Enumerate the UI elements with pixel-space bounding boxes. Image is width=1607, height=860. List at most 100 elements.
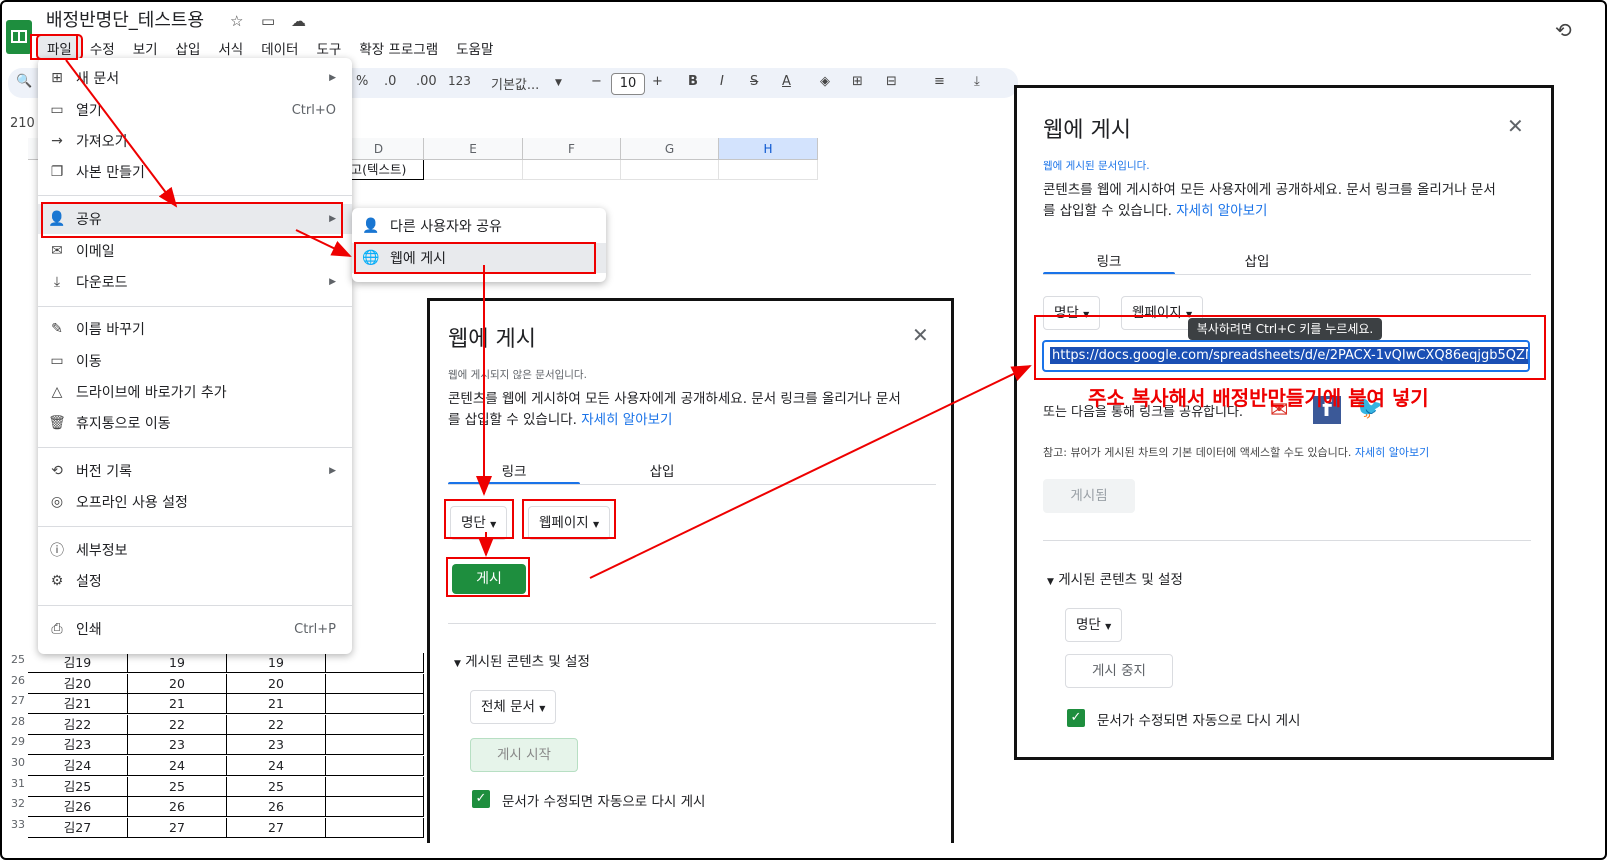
version-history-icon[interactable]: ⟲ — [1555, 18, 1572, 42]
cell-empty[interactable] — [326, 673, 424, 694]
menu-help[interactable]: 도움말 — [447, 36, 502, 58]
learn-more-link[interactable]: 자세히 알아보기 — [581, 412, 672, 428]
menu-data[interactable]: 데이터 — [252, 36, 307, 58]
strikethrough-icon[interactable]: S — [750, 74, 758, 89]
menu-item-open[interactable]: ▭ 열기 Ctrl+O — [38, 95, 352, 125]
cell-value-a[interactable]: 25 — [128, 776, 227, 797]
font-size-input[interactable]: 10 — [611, 73, 645, 95]
search-menus-icon[interactable]: 🔍 — [16, 74, 32, 89]
fill-color-icon[interactable]: ◈ — [820, 74, 830, 89]
cell-empty[interactable] — [326, 776, 424, 797]
published-content-settings-toggle[interactable]: ▼ 게시된 콘텐츠 및 설정 — [454, 650, 590, 670]
column-header-f[interactable]: F — [523, 138, 621, 160]
star-icon[interactable]: ☆ — [230, 12, 243, 30]
menu-item-print[interactable]: ⎙ 인쇄 Ctrl+P — [38, 614, 352, 644]
menu-tools[interactable]: 도구 — [307, 36, 350, 58]
menu-item-import[interactable]: → 가져오기 — [38, 126, 352, 156]
start-publishing-button[interactable]: 게시 시작 — [470, 738, 578, 772]
cell-name[interactable]: 김23 — [28, 735, 128, 756]
cell-value-b[interactable]: 27 — [227, 817, 326, 838]
column-header-g[interactable]: G — [621, 138, 719, 160]
cloud-status-icon[interactable]: ☁ — [291, 12, 306, 30]
cell-empty[interactable] — [326, 817, 424, 838]
cell-value-a[interactable]: 27 — [128, 817, 227, 838]
cell-name[interactable]: 김22 — [28, 714, 128, 735]
cell-value-a[interactable]: 24 — [128, 756, 227, 776]
bold-icon[interactable]: B — [688, 74, 698, 89]
cell-name[interactable]: 김20 — [28, 673, 128, 694]
name-box[interactable]: 210 — [10, 116, 35, 131]
cell-value-a[interactable]: 21 — [128, 694, 227, 715]
menu-item-make-copy[interactable]: ❐ 사본 만들기 — [38, 157, 352, 187]
vertical-align-icon[interactable]: ⤓ — [974, 74, 980, 89]
cell-name[interactable]: 김19 — [28, 653, 128, 673]
stop-publishing-button[interactable]: 게시 중지 — [1065, 654, 1173, 688]
horizontal-align-icon[interactable]: ≡ — [934, 74, 945, 89]
auto-republish-checkbox[interactable]: ✓ — [472, 790, 490, 808]
cell-empty[interactable] — [719, 160, 818, 180]
tab-embed[interactable]: 삽입 — [596, 460, 728, 480]
cell-value-b[interactable]: 24 — [227, 756, 326, 776]
close-icon[interactable]: ✕ — [912, 323, 929, 347]
merge-cells-icon[interactable]: ⊟ — [886, 74, 897, 89]
row-number[interactable]: 33 — [8, 818, 28, 831]
cell-value-b[interactable]: 20 — [227, 673, 326, 694]
menu-edit[interactable]: 수정 — [81, 36, 124, 58]
menu-item-trash[interactable]: 🗑 휴지통으로 이동 — [38, 408, 352, 438]
cell-empty[interactable] — [326, 714, 424, 735]
close-icon[interactable]: ✕ — [1507, 114, 1524, 138]
column-header-h[interactable]: H — [719, 138, 818, 160]
cell-value-b[interactable]: 19 — [227, 653, 326, 673]
cell-empty[interactable] — [523, 160, 621, 180]
row-number[interactable]: 28 — [8, 715, 28, 728]
move-folder-icon[interactable]: ▭ — [261, 12, 275, 30]
published-content-settings-toggle[interactable]: ▼ 게시된 콘텐츠 및 설정 — [1047, 568, 1183, 588]
tab-link[interactable]: 링크 — [448, 460, 580, 480]
menu-item-add-shortcut[interactable]: △ 드라이브에 바로가기 추가 — [38, 377, 352, 407]
column-header-e[interactable]: E — [424, 138, 523, 160]
cell-value-b[interactable]: 26 — [227, 797, 326, 818]
row-number[interactable]: 30 — [8, 756, 28, 769]
cell-value-a[interactable]: 19 — [128, 653, 227, 673]
menu-item-download[interactable]: ⤓ 다운로드 ▶ — [38, 267, 352, 297]
menu-item-rename[interactable]: ✎ 이름 바꾸기 — [38, 314, 352, 344]
cell-name[interactable]: 김26 — [28, 797, 128, 818]
cell-value-a[interactable]: 20 — [128, 673, 227, 694]
menu-view[interactable]: 보기 — [124, 36, 167, 58]
menu-item-details[interactable]: ⓘ 세부정보 — [38, 535, 352, 565]
menu-item-move[interactable]: ▭ 이동 — [38, 346, 352, 376]
cell-value-a[interactable]: 23 — [128, 735, 227, 756]
cell-empty[interactable] — [326, 653, 424, 673]
cell-empty[interactable] — [326, 797, 424, 818]
borders-icon[interactable]: ⊞ — [852, 74, 863, 89]
cell-empty[interactable] — [621, 160, 719, 180]
increase-decimal-button[interactable]: .00 — [416, 74, 437, 89]
menu-item-new[interactable]: ⊞ 새 문서 ▶ — [38, 63, 352, 93]
cell-empty[interactable] — [326, 694, 424, 715]
format-percent-button[interactable]: % — [356, 74, 368, 89]
italic-icon[interactable]: I — [720, 74, 724, 89]
cell-name[interactable]: 김25 — [28, 776, 128, 797]
scope-select[interactable]: 명단 ▼ — [1065, 608, 1123, 642]
menu-format[interactable]: 서식 — [209, 36, 252, 58]
tab-link[interactable]: 링크 — [1043, 250, 1175, 270]
menu-item-share-with-others[interactable]: 👤 다른 사용자와 공유 — [352, 211, 606, 241]
decrease-decimal-button[interactable]: .0 — [384, 74, 396, 89]
menu-extensions[interactable]: 확장 프로그램 — [350, 36, 447, 58]
increase-font-size-button[interactable]: + — [652, 74, 663, 89]
row-number[interactable]: 27 — [8, 694, 28, 707]
cell-value-b[interactable]: 23 — [227, 735, 326, 756]
scope-select[interactable]: 전체 문서 ▼ — [470, 690, 557, 724]
cell-value-b[interactable]: 25 — [227, 776, 326, 797]
text-color-icon[interactable]: A — [782, 74, 791, 89]
row-number[interactable]: 25 — [8, 653, 28, 666]
row-number[interactable]: 29 — [8, 735, 28, 748]
menu-item-offline[interactable]: ◎ 오프라인 사용 설정 — [38, 487, 352, 517]
cell-value-a[interactable]: 26 — [128, 797, 227, 818]
cell-value-b[interactable]: 22 — [227, 714, 326, 735]
cell-name[interactable]: 김21 — [28, 694, 128, 715]
row-number[interactable]: 32 — [8, 797, 28, 810]
cell-value-a[interactable]: 22 — [128, 714, 227, 735]
document-title[interactable]: 배정반명단_테스트용 — [46, 6, 204, 32]
row-number[interactable]: 26 — [8, 674, 28, 687]
